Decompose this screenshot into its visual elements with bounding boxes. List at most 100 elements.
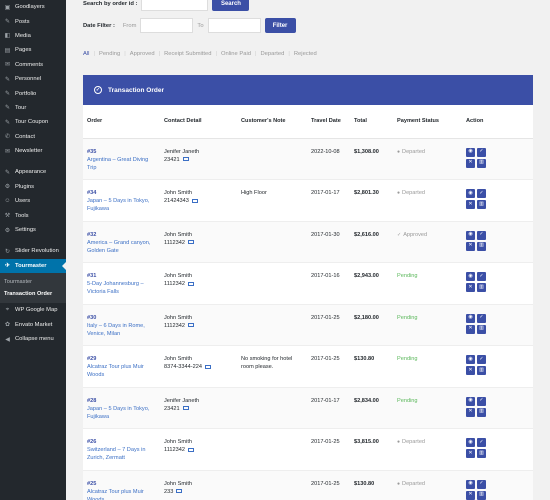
tour-title-link[interactable]: Alcatraz Tour plus Muir Woods xyxy=(87,488,156,500)
sidebar-item-pages[interactable]: ▤ Pages xyxy=(0,43,66,57)
mail-icon[interactable] xyxy=(182,157,189,162)
submenu-item-tourmaster[interactable]: Tourmaster xyxy=(0,276,66,288)
delete-trash-icon[interactable]: ▥ xyxy=(477,366,486,375)
status-tab-pending[interactable]: Pending xyxy=(99,51,120,57)
sidebar-item-users[interactable]: ☺ Users xyxy=(0,194,66,208)
tour-title-link[interactable]: Switzerland – 7 Days in Zurich, Zermatt xyxy=(87,446,156,462)
status-tab-rejected[interactable]: Rejected xyxy=(294,51,317,57)
status-tab-departed[interactable]: Departed xyxy=(261,51,285,57)
view-icon[interactable]: ◉ xyxy=(466,147,475,157)
sidebar-item-slider-revolution[interactable]: ↻ Slider Revolution xyxy=(0,244,66,258)
sidebar-item-portfolio[interactable]: ✎ Portfolio xyxy=(0,86,66,100)
mail-icon[interactable] xyxy=(187,447,194,452)
approve-check-icon[interactable]: ✓ xyxy=(477,438,486,447)
reject-x-icon[interactable]: ✕ xyxy=(466,200,475,209)
sidebar-item-wp-google-map[interactable]: ⌖ WP Google Map xyxy=(0,303,66,317)
approve-check-icon[interactable]: ✓ xyxy=(477,230,486,240)
sidebar-item-goodlayers[interactable]: ▣ Goodlayers xyxy=(0,0,66,14)
status-tab-receipt-submitted[interactable]: Receipt Submitted xyxy=(164,51,211,57)
sidebar-item-posts[interactable]: ✎ Posts xyxy=(0,14,66,28)
order-id-link[interactable]: #28 xyxy=(87,397,156,405)
delete-trash-icon[interactable]: ▥ xyxy=(477,449,486,458)
delete-trash-icon[interactable]: ▥ xyxy=(477,324,486,334)
tour-title-link[interactable]: Alcatraz Tour plus Muir Woods xyxy=(87,363,156,379)
sidebar-item-media[interactable]: ◧ Media xyxy=(0,29,66,43)
order-id-link[interactable]: #32 xyxy=(87,231,156,239)
sidebar-item-appearance[interactable]: ✎ Appearance xyxy=(0,165,66,179)
order-id-link[interactable]: #34 xyxy=(87,189,156,197)
search-button[interactable]: Search xyxy=(212,0,250,11)
mail-icon[interactable] xyxy=(187,240,194,245)
from-date-input[interactable] xyxy=(140,18,194,33)
sidebar-item-tour[interactable]: ✎ Tour xyxy=(0,101,66,115)
sidebar-item-envato-market[interactable]: ✿ Envato Market xyxy=(0,317,66,331)
tour-title-link[interactable]: 5-Day Johannesburg – Victoria Falls xyxy=(87,280,156,296)
order-id-link[interactable]: #35 xyxy=(87,148,156,156)
order-id-link[interactable]: #26 xyxy=(87,438,156,446)
view-icon[interactable]: ◉ xyxy=(466,438,475,447)
view-icon[interactable]: ◉ xyxy=(466,230,475,240)
mail-icon[interactable] xyxy=(204,364,211,369)
delete-trash-icon[interactable]: ▥ xyxy=(477,158,486,168)
delete-trash-icon[interactable]: ▥ xyxy=(477,200,486,209)
sidebar-item-collapse-menu[interactable]: ◀ Collapse menu xyxy=(0,332,66,346)
reject-x-icon[interactable]: ✕ xyxy=(466,366,475,375)
mail-icon[interactable] xyxy=(187,323,194,328)
view-icon[interactable]: ◉ xyxy=(466,396,475,406)
tour-title-link[interactable]: Japan – 5 Days in Tokyo, Fujikawa xyxy=(87,405,156,421)
status-tab-all[interactable]: All xyxy=(83,51,89,57)
order-id-input[interactable] xyxy=(141,0,209,11)
approve-check-icon[interactable]: ✓ xyxy=(477,147,486,157)
delete-trash-icon[interactable]: ▥ xyxy=(477,490,486,500)
tour-title-link[interactable]: Italy – 6 Days in Rome, Venice, Milan xyxy=(87,322,156,338)
delete-trash-icon[interactable]: ▥ xyxy=(477,283,486,292)
tour-title-link[interactable]: Japan – 5 Days in Tokyo, Fujikawa xyxy=(87,197,156,213)
approve-check-icon[interactable]: ✓ xyxy=(477,396,486,406)
reject-x-icon[interactable]: ✕ xyxy=(466,283,475,292)
approve-check-icon[interactable]: ✓ xyxy=(477,355,486,364)
to-date-input[interactable] xyxy=(207,18,261,33)
delete-trash-icon[interactable]: ▥ xyxy=(477,241,486,251)
submenu-item-transaction-order[interactable]: Transaction Order xyxy=(0,288,66,300)
reject-x-icon[interactable]: ✕ xyxy=(466,490,475,500)
reject-x-icon[interactable]: ✕ xyxy=(466,241,475,251)
mail-icon[interactable] xyxy=(191,198,198,203)
delete-trash-icon[interactable]: ▥ xyxy=(477,407,486,417)
tour-title-link[interactable]: America – Grand canyon, Golden Gate xyxy=(87,239,156,255)
sidebar-item-settings[interactable]: ⚙ Settings xyxy=(0,223,66,237)
tour-title-link[interactable]: Argentina – Great Diving Trip xyxy=(87,156,156,172)
sidebar-item-tour-coupon[interactable]: ✎ Tour Coupon xyxy=(0,115,66,129)
sidebar-item-contact[interactable]: ✆ Contact xyxy=(0,130,66,144)
mail-icon[interactable] xyxy=(187,281,194,286)
reject-x-icon[interactable]: ✕ xyxy=(466,324,475,334)
approve-check-icon[interactable]: ✓ xyxy=(477,189,486,198)
view-icon[interactable]: ◉ xyxy=(466,272,475,281)
filter-button[interactable]: Filter xyxy=(264,18,296,33)
status-cell: Pending xyxy=(393,304,462,346)
reject-x-icon[interactable]: ✕ xyxy=(466,158,475,168)
view-icon[interactable]: ◉ xyxy=(466,355,475,364)
view-icon[interactable]: ◉ xyxy=(466,189,475,198)
sidebar-item-newsletter[interactable]: ✉ Newsletter xyxy=(0,144,66,158)
reject-x-icon[interactable]: ✕ xyxy=(466,407,475,417)
order-id-link[interactable]: #29 xyxy=(87,355,156,363)
sidebar-item-tourmaster[interactable]: ✈ Tourmaster xyxy=(0,258,66,274)
mail-icon[interactable] xyxy=(176,489,183,494)
sidebar-item-comments[interactable]: ✉ Comments xyxy=(0,58,66,72)
order-id-link[interactable]: #25 xyxy=(87,480,156,488)
approve-check-icon[interactable]: ✓ xyxy=(477,272,486,281)
sidebar-item-personnel[interactable]: ✎ Personnel xyxy=(0,72,66,86)
mail-icon[interactable] xyxy=(182,406,189,411)
approve-check-icon[interactable]: ✓ xyxy=(477,479,486,489)
order-id-link[interactable]: #30 xyxy=(87,314,156,322)
status-tab-online-paid[interactable]: Online Paid xyxy=(221,51,251,57)
order-id-link[interactable]: #31 xyxy=(87,272,156,280)
status-tab-approved[interactable]: Approved xyxy=(130,51,155,57)
approve-check-icon[interactable]: ✓ xyxy=(477,313,486,323)
sidebar-item-tools[interactable]: ⚒ Tools xyxy=(0,208,66,222)
sidebar-item-plugins[interactable]: ⚙ Plugins xyxy=(0,180,66,194)
view-icon[interactable]: ◉ xyxy=(466,313,475,323)
reject-x-icon[interactable]: ✕ xyxy=(466,449,475,458)
contact-cell: John Smith 1112342 xyxy=(160,304,237,346)
view-icon[interactable]: ◉ xyxy=(466,479,475,489)
